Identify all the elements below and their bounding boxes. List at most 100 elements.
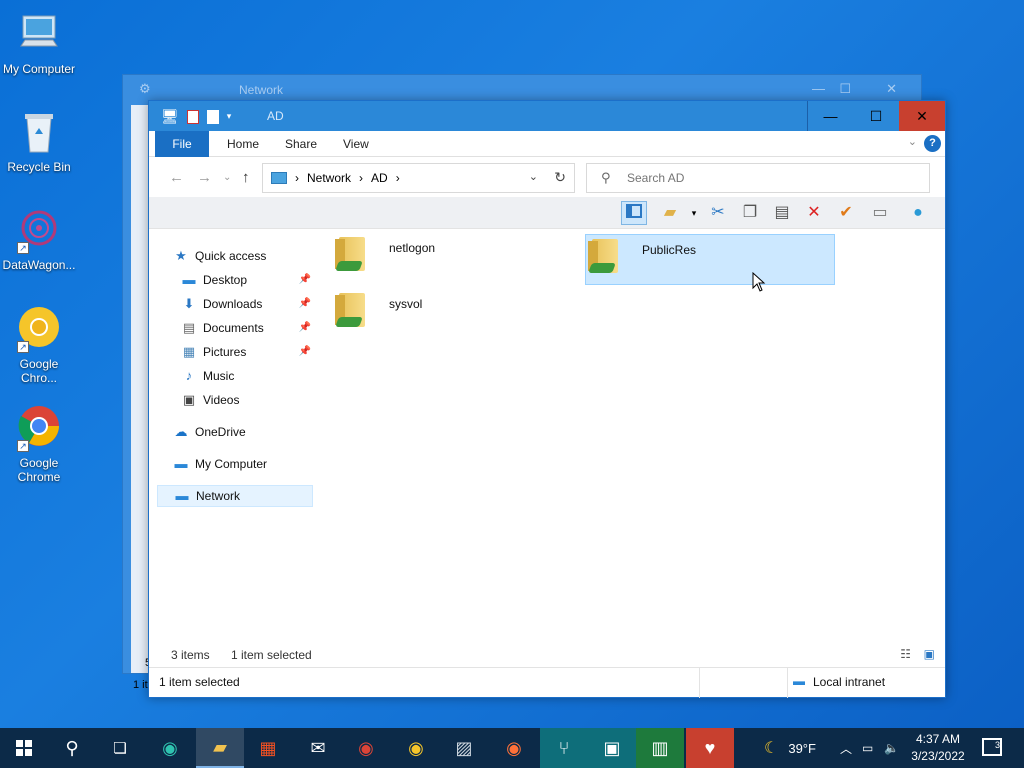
navigation-pane-icon[interactable] [621, 201, 647, 225]
maximize-icon[interactable]: ☐ [839, 81, 851, 97]
search-icon[interactable]: ⚲ [48, 728, 96, 768]
intranet-icon: ▬ [793, 674, 805, 688]
chart-app-icon[interactable]: ▥ [636, 728, 684, 768]
sidebar-item-downloads[interactable]: ⬇ Downloads 📌 [181, 293, 311, 315]
quick-access-toolbar: 🖥 ▾ [161, 108, 231, 125]
list-item[interactable]: netlogon [333, 233, 573, 283]
notification-count: 3 [994, 740, 1000, 750]
tab-file[interactable]: File [155, 131, 209, 157]
close-button[interactable]: ✕ [899, 101, 945, 131]
file-explorer-icon[interactable]: ▰ [196, 728, 244, 768]
task-view-icon[interactable]: ❏ [96, 728, 144, 768]
new-folder-icon[interactable] [206, 109, 219, 124]
pin-icon[interactable]: 📌 [299, 293, 311, 315]
list-item[interactable]: sysvol [333, 289, 573, 339]
desktop-icon-label: Google Chrome [17, 456, 61, 484]
desktop-icon-recycle-bin[interactable]: Recycle Bin [0, 108, 78, 174]
computer-icon [15, 10, 63, 58]
network-status-icon[interactable]: ▭ [862, 728, 873, 768]
close-icon[interactable]: ✕ [886, 81, 897, 97]
explorer-window[interactable]: 🖥 ▾ AD — ☐ ✕ File Home Share View ⌄ ? ← … [148, 100, 946, 698]
forward-icon[interactable]: → [197, 169, 212, 186]
sidebar-item-my-computer[interactable]: ▬ My Computer [173, 453, 313, 475]
title-bar[interactable]: 🖥 ▾ AD — ☐ ✕ [149, 101, 945, 131]
briefcase-icon[interactable]: ▣ [588, 728, 636, 768]
recent-locations-icon[interactable]: ⌄ [223, 172, 231, 183]
sidebar-item-pictures[interactable]: ▦ Pictures 📌 [181, 341, 311, 363]
tab-home[interactable]: Home [227, 131, 259, 157]
search-box[interactable]: ⚲ [586, 163, 930, 193]
sidebar-item-label: Downloads [203, 297, 263, 311]
start-button[interactable] [0, 728, 48, 768]
edge-icon[interactable]: ◉ [146, 728, 194, 768]
delete-icon[interactable]: ✕ [801, 201, 827, 225]
breadcrumb-ad[interactable]: AD [371, 171, 388, 185]
mail-icon[interactable]: ✉ [294, 728, 342, 768]
tab-share[interactable]: Share [285, 131, 317, 157]
sidebar-item-videos[interactable]: ▣ Videos [181, 389, 311, 411]
details-view-icon[interactable]: ☷ [900, 647, 911, 661]
up-icon[interactable]: ↑ [242, 169, 250, 186]
show-hidden-icons-icon[interactable]: ︿ [840, 728, 852, 768]
address-dropdown-icon[interactable]: ⌄ [529, 170, 538, 183]
list-item[interactable]: PublicRes [585, 234, 835, 285]
chevron-right-icon[interactable]: › [396, 171, 400, 185]
pin-icon[interactable]: 📌 [299, 269, 311, 291]
downloads-icon: ⬇ [183, 296, 195, 311]
help-icon[interactable]: ? [924, 135, 941, 152]
chevron-right-icon[interactable]: › [295, 171, 299, 185]
volume-muted-icon[interactable]: 🔈 [884, 728, 899, 768]
sidebar-item-quick-access[interactable]: ★ Quick access [173, 245, 313, 267]
desktop-icon-datawagon[interactable]: ↗ DataWagon... [0, 206, 78, 272]
documents-icon: ▤ [182, 320, 196, 335]
breadcrumb-network[interactable]: Network [307, 171, 351, 185]
chrome-canary-icon[interactable]: ◉ [392, 728, 440, 768]
health-app-icon[interactable]: ♥ [686, 728, 734, 768]
back-icon[interactable]: ← [169, 169, 184, 186]
chevron-down-icon[interactable]: ▾ [681, 201, 707, 225]
minimize-button[interactable]: — [807, 101, 853, 131]
weather-widget[interactable]: ☾ 39°F [764, 728, 816, 768]
address-bar[interactable]: › Network › AD › ⌄ ↻ [262, 163, 575, 193]
refresh-icon[interactable]: ↻ [554, 169, 566, 186]
clock[interactable]: 4:37 AM 3/23/2022 [906, 731, 970, 765]
desktop-icon-my-computer[interactable]: My Computer [0, 10, 78, 76]
sidebar-item-desktop[interactable]: ▬ Desktop 📌 [181, 269, 312, 291]
rename-icon[interactable]: ▭ [867, 201, 893, 225]
sidebar-item-music[interactable]: ♪ Music [181, 365, 311, 387]
new-folder-icon[interactable]: ▰ [657, 201, 683, 225]
properties-icon[interactable] [186, 109, 199, 124]
monitor-icon[interactable]: 🖥 [161, 108, 179, 125]
store-icon[interactable]: ▦ [244, 728, 292, 768]
firefox-icon[interactable]: ◉ [490, 728, 538, 768]
pin-icon[interactable]: 📌 [299, 341, 311, 363]
file-name: netlogon [389, 241, 436, 255]
shared-folder-icon [586, 235, 626, 279]
paste-icon[interactable]: ▤ [769, 201, 795, 225]
check-icon[interactable]: ✔ [833, 201, 859, 225]
search-input[interactable] [627, 171, 907, 185]
tab-view[interactable]: View [343, 131, 369, 157]
chrome-icon[interactable]: ◉ [342, 728, 390, 768]
app-tool-icon[interactable]: ⑂ [540, 728, 588, 768]
large-icons-view-icon[interactable]: ▣ [924, 647, 935, 661]
item-count: 3 items [171, 648, 210, 662]
sidebar-item-onedrive[interactable]: ☁ OneDrive [173, 421, 313, 443]
globe-icon[interactable]: ● [905, 201, 931, 225]
desktop-icon-google-chrome[interactable]: ↗ Google Chrome [0, 404, 78, 484]
chevron-down-icon[interactable]: ▾ [227, 111, 232, 122]
chevron-right-icon[interactable]: › [359, 171, 363, 185]
copy-icon[interactable]: ❐ [737, 201, 763, 225]
notification-center-icon[interactable]: 3 [982, 738, 1002, 756]
pin-icon[interactable]: 📌 [299, 317, 311, 339]
photos-icon[interactable]: ▨ [440, 728, 488, 768]
taskbar: ⚲ ❏ ◉ ▰ ▦ ✉ ◉ ◉ ▨ ◉ ⑂ ▣ ▥ ♥ ☾ 39°F ︿ ▭ 🔈… [0, 728, 1024, 768]
desktop-icon-google-chrome-canary[interactable]: ↗ Google Chro... [0, 305, 78, 385]
minimize-icon[interactable]: — [812, 81, 825, 96]
sidebar-item-documents[interactable]: ▤ Documents 📌 [181, 317, 311, 339]
shortcut-arrow-icon: ↗ [17, 341, 29, 353]
expand-ribbon-icon[interactable]: ⌄ [908, 135, 917, 148]
maximize-button[interactable]: ☐ [853, 101, 899, 131]
sidebar-item-network[interactable]: ▬ Network [157, 485, 313, 507]
cut-icon[interactable]: ✂ [705, 201, 731, 225]
